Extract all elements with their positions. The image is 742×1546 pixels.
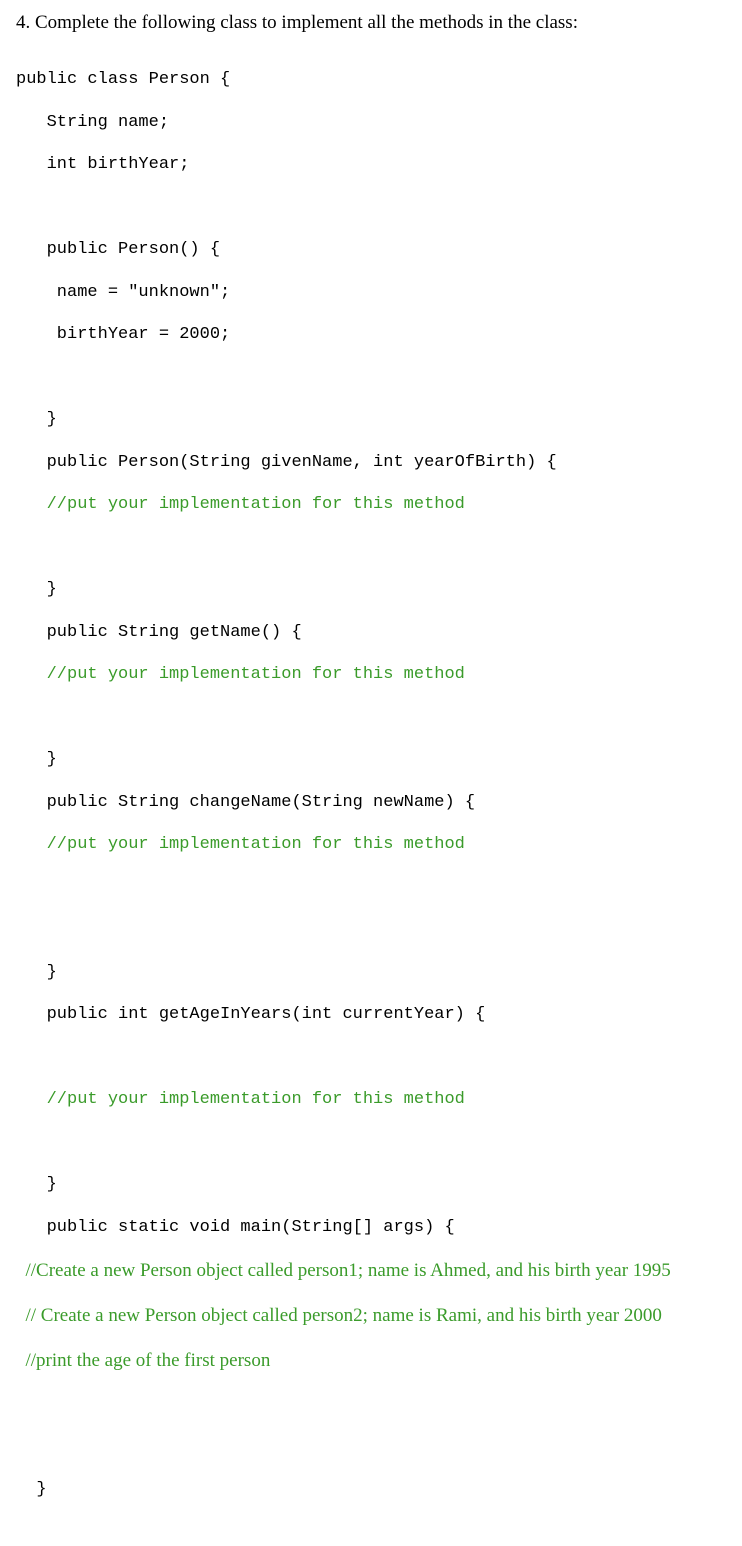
code-getname-close: } [16,749,726,770]
blank-line [16,537,726,558]
code-ctor-noarg-decl: public Person() { [16,239,726,260]
code-getname-comment: //put your implementation for this metho… [16,664,726,685]
blank-line [16,1132,726,1153]
code-getage-decl: public int getAgeInYears(int currentYear… [16,1004,726,1025]
code-getage-close: } [16,1174,726,1195]
code-ctor-args-decl: public Person(String givenName, int year… [16,452,726,473]
blank-line [16,1522,726,1543]
blank-line [16,1394,726,1415]
blank-line [16,1047,726,1068]
question-text: 4. Complete the following class to imple… [16,12,726,34]
code-main-close: } [16,1479,726,1500]
code-main-comment3: //print the age of the first person [16,1349,726,1373]
blank-line [16,877,726,898]
code-main-comment2: // Create a new Person object called per… [16,1304,726,1328]
blank-line [16,919,726,940]
code-ctor-noarg-body1: name = "unknown"; [16,282,726,303]
code-ctor-noarg-close: } [16,409,726,430]
blank-line [16,197,726,218]
code-ctor-noarg-body2: birthYear = 2000; [16,324,726,345]
code-getage-comment: //put your implementation for this metho… [16,1089,726,1110]
code-ctor-args-close: } [16,579,726,600]
code-changename-comment: //put your implementation for this metho… [16,834,726,855]
blank-line [16,707,726,728]
blank-line [16,1437,726,1458]
code-ctor-args-comment: //put your implementation for this metho… [16,494,726,515]
blank-line [16,367,726,388]
code-main-comment1: //Create a new Person object called pers… [16,1259,726,1283]
code-changename-close: } [16,962,726,983]
code-field-birthyear: int birthYear; [16,154,726,175]
code-block: public class Person { String name; int b… [16,48,726,1546]
code-changename-decl: public String changeName(String newName)… [16,792,726,813]
code-getname-decl: public String getName() { [16,622,726,643]
code-main-decl: public static void main(String[] args) { [16,1217,726,1238]
code-field-name: String name; [16,112,726,133]
code-class-decl: public class Person { [16,69,726,90]
